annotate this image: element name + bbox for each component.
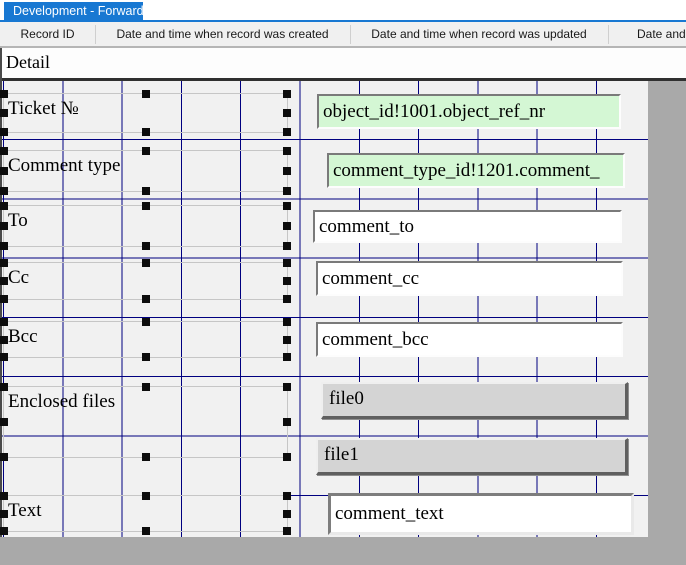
field-comment-to[interactable]: comment_to bbox=[313, 210, 622, 243]
label-control-text[interactable]: Text bbox=[3, 495, 288, 532]
selection-handle[interactable] bbox=[142, 527, 150, 535]
selection-handle[interactable] bbox=[283, 109, 291, 117]
selection-handle[interactable] bbox=[0, 147, 8, 155]
selection-handle[interactable] bbox=[142, 259, 150, 267]
selection-handle[interactable] bbox=[283, 167, 291, 175]
file1-button[interactable]: file1 bbox=[316, 438, 628, 475]
tab-bar: Development - Forward* bbox=[0, 0, 686, 20]
selection-handle[interactable] bbox=[0, 167, 8, 175]
field-comment-cc[interactable]: comment_cc bbox=[316, 261, 623, 296]
selection-handle[interactable] bbox=[283, 418, 291, 426]
selection-handle[interactable] bbox=[0, 492, 8, 500]
label-control-to[interactable]: To bbox=[3, 205, 288, 247]
selection-handle[interactable] bbox=[142, 492, 150, 500]
label-control-cc[interactable]: Cc bbox=[3, 262, 288, 300]
column-header-bar: Record ID Date and time when record was … bbox=[0, 22, 686, 48]
selection-handle[interactable] bbox=[0, 259, 8, 267]
selection-handle[interactable] bbox=[283, 222, 291, 230]
field-comment-text[interactable]: comment_text bbox=[328, 493, 634, 535]
detail-band-label: Detail bbox=[6, 52, 50, 73]
selection-handle[interactable] bbox=[283, 510, 291, 518]
selection-handle[interactable] bbox=[283, 318, 291, 326]
selection-handle[interactable] bbox=[142, 383, 150, 391]
detail-band-header[interactable]: Detail bbox=[0, 48, 686, 78]
selection-handle[interactable] bbox=[0, 295, 8, 303]
field-object-ref-nr[interactable]: object_id!1001.object_ref_nr bbox=[317, 94, 621, 129]
selection-handle[interactable] bbox=[283, 353, 291, 361]
selection-handle[interactable] bbox=[283, 242, 291, 250]
selection-handle[interactable] bbox=[0, 128, 8, 136]
selection-handle[interactable] bbox=[283, 202, 291, 210]
selection-handle[interactable] bbox=[0, 318, 8, 326]
tab-development-forward[interactable]: Development - Forward* bbox=[4, 2, 143, 20]
label-control-bcc[interactable]: Bcc bbox=[3, 321, 288, 358]
selection-handle[interactable] bbox=[142, 90, 150, 98]
design-grid: Ticket № object_id!1001.object_ref_nr Co… bbox=[0, 81, 648, 537]
selection-handle[interactable] bbox=[0, 383, 8, 391]
column-header-created[interactable]: Date and time when record was created bbox=[95, 22, 350, 46]
selection-handle[interactable] bbox=[283, 277, 291, 285]
selection-handle[interactable] bbox=[283, 336, 291, 344]
label-control-enclosed-files[interactable]: Enclosed files bbox=[3, 386, 288, 458]
selection-handle[interactable] bbox=[283, 90, 291, 98]
field-comment-bcc[interactable]: comment_bcc bbox=[316, 322, 623, 357]
column-header-record-id[interactable]: Record ID bbox=[0, 22, 95, 46]
field-comment-type[interactable]: comment_type_id!1201.comment_ bbox=[327, 153, 625, 188]
selection-handle[interactable] bbox=[0, 90, 8, 98]
selection-handle[interactable] bbox=[0, 187, 8, 195]
label-control-comment-type[interactable]: Comment type bbox=[3, 150, 288, 192]
column-header-updated[interactable]: Date and time when record was updated bbox=[350, 22, 608, 46]
selection-handle[interactable] bbox=[0, 353, 8, 361]
selection-handle[interactable] bbox=[283, 128, 291, 136]
selection-handle[interactable] bbox=[142, 202, 150, 210]
selection-handle[interactable] bbox=[283, 147, 291, 155]
selection-handle[interactable] bbox=[142, 295, 150, 303]
form-designer-window: Development - Forward* Record ID Date an… bbox=[0, 0, 686, 565]
selection-handle[interactable] bbox=[0, 202, 8, 210]
selection-handle[interactable] bbox=[142, 147, 150, 155]
label-control-ticket-nr[interactable]: Ticket № bbox=[3, 93, 288, 133]
selection-handle[interactable] bbox=[142, 128, 150, 136]
selection-handle[interactable] bbox=[142, 187, 150, 195]
selection-handle[interactable] bbox=[142, 318, 150, 326]
selection-handle[interactable] bbox=[283, 527, 291, 535]
selection-handle[interactable] bbox=[142, 453, 150, 461]
selection-handle[interactable] bbox=[0, 277, 8, 285]
selection-handle[interactable] bbox=[0, 510, 8, 518]
file0-button[interactable]: file0 bbox=[321, 382, 628, 419]
selection-handle[interactable] bbox=[142, 353, 150, 361]
selection-handle[interactable] bbox=[0, 222, 8, 230]
selection-handle[interactable] bbox=[283, 187, 291, 195]
selection-handle[interactable] bbox=[283, 453, 291, 461]
selection-handle[interactable] bbox=[283, 492, 291, 500]
column-header-truncated[interactable]: Date and bbox=[608, 22, 686, 46]
selection-handle[interactable] bbox=[0, 242, 8, 250]
form-left-border bbox=[0, 48, 2, 537]
selection-handle[interactable] bbox=[0, 336, 8, 344]
selection-handle[interactable] bbox=[0, 453, 8, 461]
selection-handle[interactable] bbox=[283, 259, 291, 267]
selection-handle[interactable] bbox=[0, 418, 8, 426]
selection-handle[interactable] bbox=[0, 109, 8, 117]
selection-handle[interactable] bbox=[142, 242, 150, 250]
selection-handle[interactable] bbox=[0, 527, 8, 535]
selection-handle[interactable] bbox=[283, 295, 291, 303]
selection-handle[interactable] bbox=[283, 383, 291, 391]
